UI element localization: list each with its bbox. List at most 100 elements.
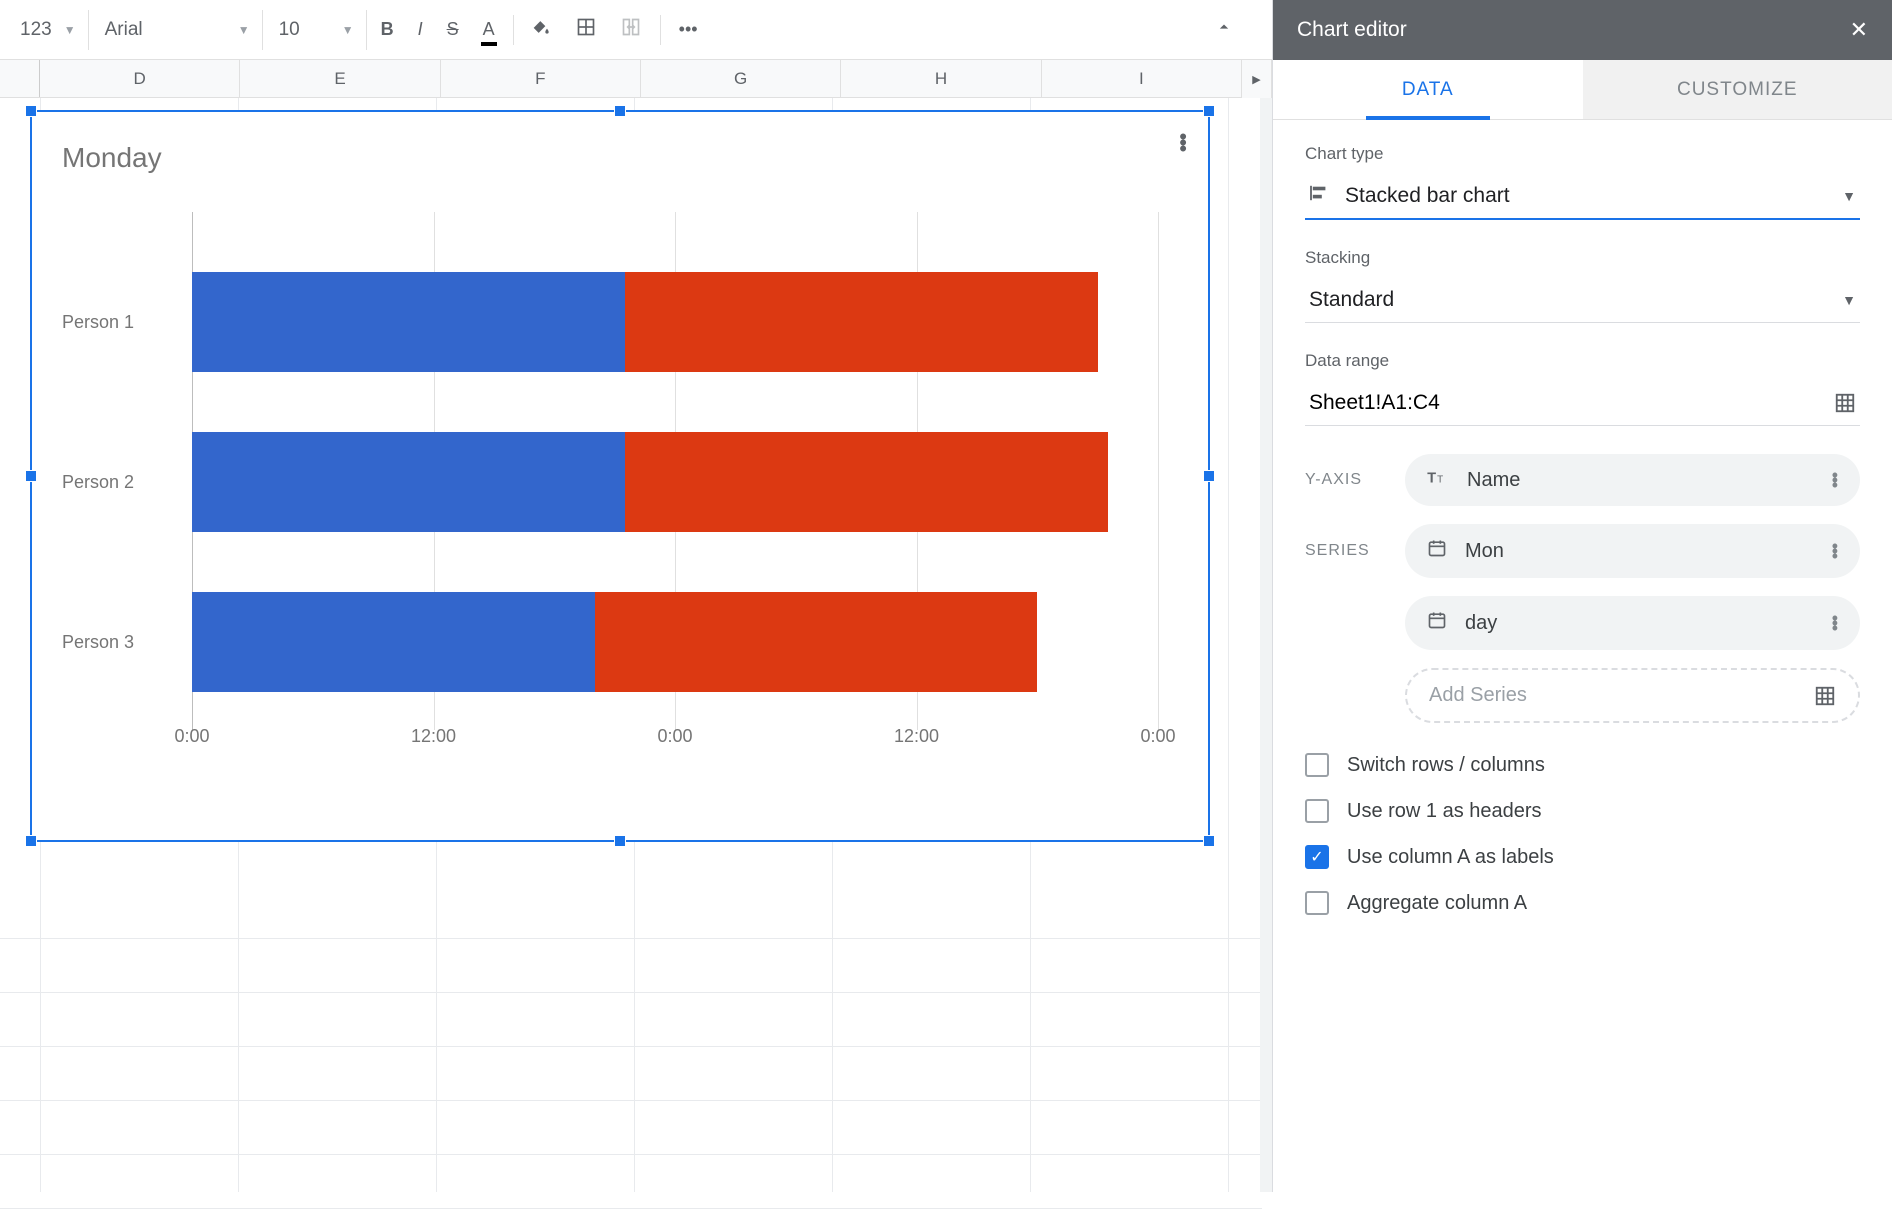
collapse-toolbar-button[interactable] (1204, 10, 1244, 50)
chevron-down-icon: ▼ (64, 23, 76, 37)
x-axis-tick: 0:00 (1140, 726, 1175, 747)
chevron-down-icon: ▼ (342, 23, 354, 37)
stacked-bar-icon (1309, 184, 1331, 208)
resize-handle-bot-left[interactable] (25, 835, 37, 847)
bar-segment-mon[interactable] (192, 592, 595, 692)
text-color-button[interactable]: A (473, 10, 505, 50)
chart-type-dropdown[interactable]: Stacked bar chart ▼ (1305, 174, 1860, 220)
resize-handle-bot-right[interactable] (1203, 835, 1215, 847)
paint-bucket-icon (532, 17, 552, 42)
text-icon: TT (1427, 468, 1449, 492)
check-label: Use row 1 as headers (1347, 800, 1542, 823)
column-header[interactable]: I (1042, 60, 1242, 97)
resize-handle-top-left[interactable] (25, 105, 37, 117)
check-label: Switch rows / columns (1347, 754, 1545, 777)
calendar-icon (1427, 538, 1447, 564)
chevron-down-icon: ▼ (1842, 188, 1856, 204)
font-size-dropdown[interactable]: 10 ▼ (267, 10, 367, 50)
bar-stack[interactable] (192, 592, 1037, 692)
vertical-scrollbar[interactable] (1260, 98, 1272, 1192)
column-header[interactable]: F (441, 60, 641, 97)
close-button[interactable]: ✕ (1850, 17, 1868, 43)
y-axis-section-label: Y-AXIS (1305, 471, 1385, 489)
merge-icon (620, 17, 642, 42)
resize-handle-bot-mid[interactable] (614, 835, 626, 847)
column-header[interactable]: G (641, 60, 841, 97)
x-axis-tick: 0:00 (657, 726, 692, 747)
tab-customize[interactable]: CUSTOMIZE (1583, 60, 1892, 119)
fill-color-button[interactable] (522, 10, 562, 50)
select-range-icon (1814, 685, 1836, 707)
resize-handle-top-mid[interactable] (614, 105, 626, 117)
bar-segment-day[interactable] (625, 432, 1108, 532)
text-color-icon: A (483, 19, 495, 40)
svg-text:T: T (1427, 470, 1436, 486)
resize-handle-top-right[interactable] (1203, 105, 1215, 117)
bar-segment-mon[interactable] (192, 272, 625, 372)
chart-title[interactable]: Monday (32, 112, 1208, 174)
chart-editor-sidebar: Chart editor ✕ DATA CUSTOMIZE Chart type… (1272, 0, 1892, 1192)
more-icon[interactable]: ••• (1832, 544, 1838, 559)
font-family-label: Arial (105, 19, 143, 41)
bar-row: Person 1 (192, 272, 1158, 372)
chart-object[interactable]: Monday ••• Person 1 (30, 110, 1210, 842)
font-family-dropdown[interactable]: Arial ▼ (93, 10, 263, 50)
separator (513, 15, 514, 45)
series-name: Mon (1465, 540, 1504, 563)
x-axis-tick: 12:00 (411, 726, 456, 747)
checkbox-checked-icon: ✓ (1305, 845, 1329, 869)
column-header[interactable]: D (40, 60, 240, 97)
more-icon[interactable]: ••• (1832, 616, 1838, 631)
close-icon: ✕ (1850, 17, 1868, 42)
data-range-input[interactable]: Sheet1!A1:C4 (1305, 381, 1860, 426)
bar-stack[interactable] (192, 272, 1098, 372)
number-format-dropdown[interactable]: 123 ▼ (8, 10, 89, 50)
select-all-corner[interactable] (0, 60, 40, 97)
column-header[interactable]: H (841, 60, 1041, 97)
borders-button[interactable] (566, 10, 606, 50)
bar-segment-day[interactable] (625, 272, 1098, 372)
number-format-label: 123 (20, 19, 52, 41)
bar-category-label: Person 3 (62, 632, 172, 653)
use-colA-labels-checkbox[interactable]: ✓ Use column A as labels (1305, 845, 1860, 869)
bar-row: Person 3 (192, 592, 1158, 692)
data-range-label: Data range (1305, 351, 1860, 371)
sidebar-title: Chart editor (1297, 18, 1407, 42)
bold-button[interactable]: B (371, 10, 404, 50)
chevron-down-icon: ▼ (1842, 292, 1856, 308)
column-header[interactable]: E (240, 60, 440, 97)
aggregate-colA-checkbox[interactable]: Aggregate column A (1305, 891, 1860, 915)
x-axis-tick: 12:00 (894, 726, 939, 747)
bar-stack[interactable] (192, 432, 1108, 532)
stacking-dropdown[interactable]: Standard ▼ (1305, 278, 1860, 323)
y-axis-value: Name (1467, 469, 1520, 492)
separator (660, 15, 661, 45)
resize-handle-mid-right[interactable] (1203, 470, 1215, 482)
check-label: Use column A as labels (1347, 846, 1554, 869)
more-icon[interactable]: ••• (1832, 473, 1838, 488)
select-range-icon[interactable] (1834, 392, 1856, 414)
bar-category-label: Person 2 (62, 472, 172, 493)
series-pill[interactable]: day ••• (1405, 596, 1860, 650)
add-series-button[interactable]: Add Series (1405, 668, 1860, 723)
bar-segment-mon[interactable] (192, 432, 625, 532)
series-pill[interactable]: Mon ••• (1405, 524, 1860, 578)
bar-category-label: Person 1 (62, 312, 172, 333)
data-range-value: Sheet1!A1:C4 (1309, 391, 1440, 415)
chart-type-label: Chart type (1305, 144, 1860, 164)
strikethrough-button[interactable]: S (437, 10, 469, 50)
tab-data[interactable]: DATA (1273, 60, 1583, 119)
column-scroll-right[interactable]: ▶ (1242, 60, 1272, 98)
use-row1-headers-checkbox[interactable]: Use row 1 as headers (1305, 799, 1860, 823)
merge-cells-button[interactable] (610, 10, 652, 50)
text-color-swatch (481, 42, 497, 46)
chart-menu-button[interactable]: ••• (1179, 134, 1186, 152)
svg-text:T: T (1437, 474, 1443, 485)
italic-button[interactable]: I (408, 10, 433, 50)
more-button[interactable]: ••• (669, 10, 708, 50)
resize-handle-mid-left[interactable] (25, 470, 37, 482)
y-axis-pill[interactable]: TT Name ••• (1405, 454, 1860, 506)
series-name: day (1465, 612, 1497, 635)
switch-rows-columns-checkbox[interactable]: Switch rows / columns (1305, 753, 1860, 777)
bar-segment-day[interactable] (595, 592, 1038, 692)
